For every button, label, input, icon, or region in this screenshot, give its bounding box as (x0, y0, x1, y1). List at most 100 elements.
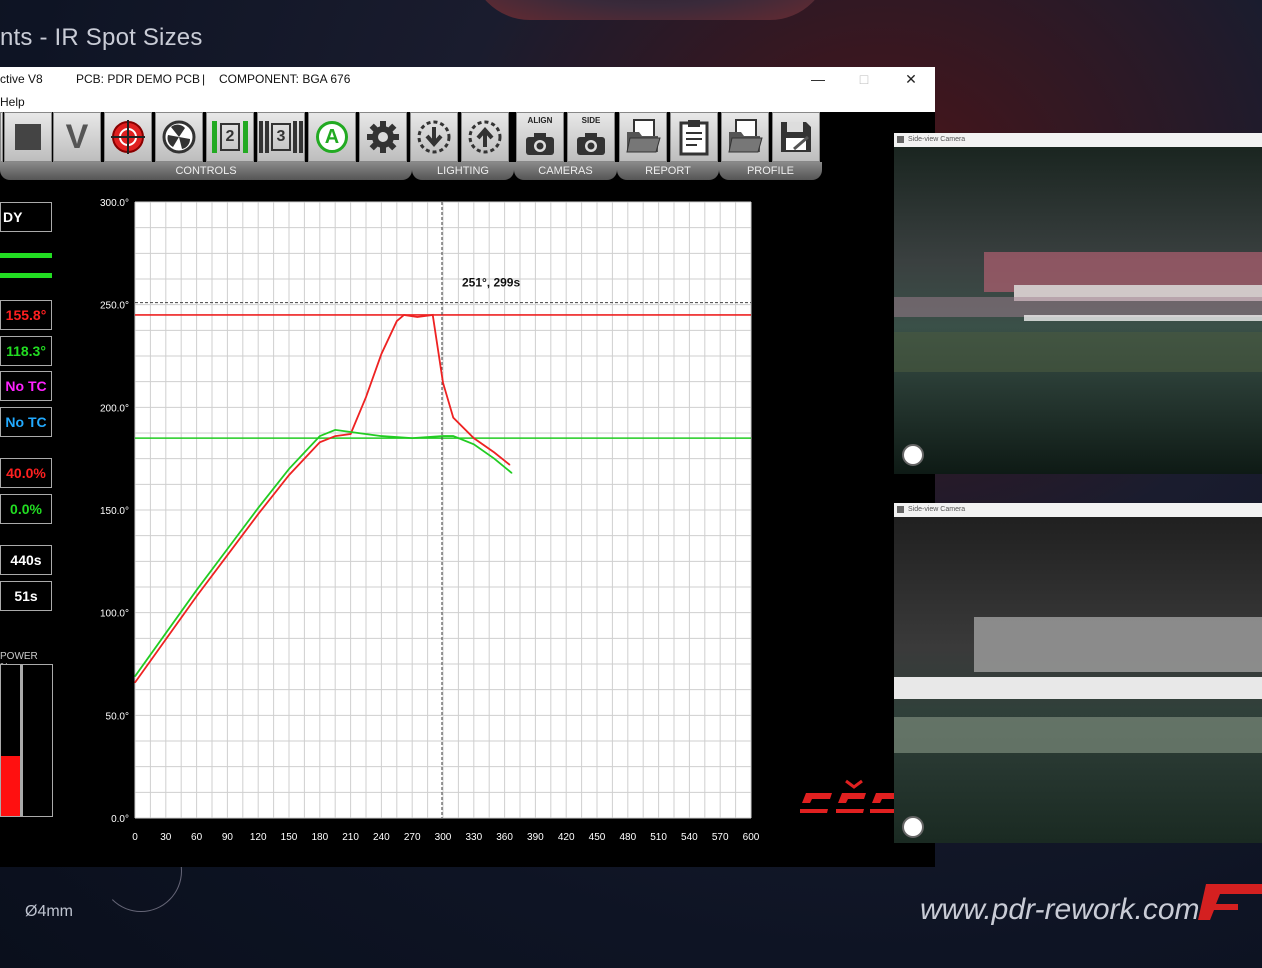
series-point-1 (452, 435, 454, 437)
profile-2-button[interactable]: 2 (206, 112, 254, 162)
tc2-display: 118.3° (0, 336, 52, 366)
record-button-top[interactable] (902, 444, 924, 466)
y-tick-label: 300.0° (100, 198, 129, 209)
auto-button[interactable]: A (308, 112, 356, 162)
series-point-1 (334, 429, 336, 431)
series-point-0 (196, 595, 198, 597)
x-tick-label: 240 (373, 832, 390, 843)
series-point-1 (473, 443, 475, 445)
pdr-logo-background (1198, 884, 1262, 920)
series-point-1 (493, 458, 495, 460)
save-icon (781, 122, 811, 152)
power-meter-fill (1, 755, 20, 816)
align-label: ALIGN (527, 116, 553, 125)
gear-icon (367, 121, 399, 153)
v-button[interactable]: V (53, 112, 101, 162)
series-point-1 (196, 589, 198, 591)
series-point-1 (165, 632, 167, 634)
clipboard-report-button[interactable] (670, 112, 718, 162)
align-camera-button[interactable]: ALIGN (516, 112, 564, 162)
camera-feed-top[interactable] (894, 147, 1262, 474)
x-tick-label: 270 (404, 832, 421, 843)
y-tick-label: 50.0° (106, 711, 129, 722)
maximize-button[interactable]: □ (841, 67, 887, 92)
fan-button[interactable] (155, 112, 203, 162)
series-point-0 (509, 464, 511, 466)
profile-3-icon: 3 (259, 121, 303, 153)
profile-3-button[interactable]: 3 (257, 112, 305, 162)
x-tick-label: 180 (311, 832, 328, 843)
menu-help[interactable]: Help (0, 95, 25, 109)
series-point-0 (452, 417, 454, 419)
arrow-down-circle-icon (417, 120, 451, 154)
x-tick-label: 300 (435, 832, 452, 843)
temperature-profile-chart: 0 30 60 90 120 150 180 210 240 270 300 330 360 390 420… (100, 198, 760, 843)
camera-window-icon (897, 506, 904, 513)
status-bar-2 (0, 273, 52, 278)
x-tick-label: 120 (250, 832, 267, 843)
status-bar-1 (0, 253, 52, 258)
lighting-down-button[interactable] (410, 112, 458, 162)
series-point-0 (403, 314, 405, 316)
series-point-1 (288, 468, 290, 470)
open-report-button[interactable] (619, 112, 667, 162)
app-title: ctive V8 (0, 72, 43, 86)
series-point-0 (134, 681, 136, 684)
series-point-1 (319, 435, 321, 437)
settings-button[interactable] (359, 112, 407, 162)
open-profile-button[interactable] (721, 112, 769, 162)
tc1-display: 155.8° (0, 300, 52, 330)
x-tick-label: 480 (619, 832, 636, 843)
series-point-0 (288, 474, 290, 476)
folder-open-icon (728, 119, 763, 153)
profile-2-icon: 2 (212, 121, 248, 153)
x-tick-label: 90 (222, 832, 234, 843)
power-top-display: 40.0% (0, 458, 52, 488)
series-point-0 (365, 396, 367, 398)
arrow-up-circle-icon (468, 120, 502, 154)
camera-title-top: Side-view Camera (894, 133, 1262, 147)
stop-button[interactable] (4, 112, 52, 162)
x-tick-label: 510 (650, 832, 667, 843)
website-url: www.pdr-rework.com (920, 893, 1200, 926)
menu-bar: Help (0, 92, 935, 112)
power-bottom-display: 0.0% (0, 494, 52, 524)
x-tick-label: 330 (465, 832, 482, 843)
fan-icon (162, 120, 196, 154)
background-title: nts - IR Spot Sizes (0, 24, 203, 51)
title-separator: | (202, 72, 206, 86)
total-time-display: 440s (0, 545, 52, 575)
lighting-up-button[interactable] (461, 112, 509, 162)
target-button[interactable] (104, 112, 152, 162)
x-tick-label: 60 (191, 832, 203, 843)
toolbar-group-report: REPORT (617, 162, 719, 180)
series-point-1 (380, 435, 382, 437)
toolbar-group-cameras: CAMERAS (514, 162, 617, 180)
camera-icon (526, 133, 554, 155)
record-button-bottom[interactable] (902, 816, 924, 838)
series-point-0 (319, 441, 321, 443)
minimize-button[interactable]: — (795, 67, 841, 92)
x-tick-label: 420 (558, 832, 575, 843)
series-point-0 (432, 314, 434, 316)
y-tick-label: 0.0° (111, 814, 129, 825)
folder-open-icon (626, 119, 661, 153)
toolbar-group-controls: CONTROLS (0, 162, 412, 180)
title-bar: ctive V8 PCB: PDR DEMO PCB | COMPONENT: … (0, 67, 935, 92)
series-point-0 (380, 353, 382, 355)
camera-feed-bottom[interactable] (894, 517, 1262, 843)
background-lens (470, 0, 830, 20)
camera-window-bottom: Side-view Camera (894, 503, 1262, 843)
pdr-logo (800, 779, 896, 813)
tc4-display: No TC (0, 407, 52, 437)
series-point-0 (257, 513, 259, 515)
power-meter (0, 664, 53, 817)
stop-icon (15, 124, 41, 150)
side-camera-button[interactable]: SIDE (567, 112, 615, 162)
side-label: SIDE (581, 116, 601, 125)
series-point-1 (134, 675, 136, 677)
cursor-label: 251°, 299s (462, 276, 521, 290)
series-point-0 (396, 320, 398, 322)
save-profile-button[interactable] (772, 112, 820, 162)
close-button[interactable]: ✕ (888, 67, 934, 92)
